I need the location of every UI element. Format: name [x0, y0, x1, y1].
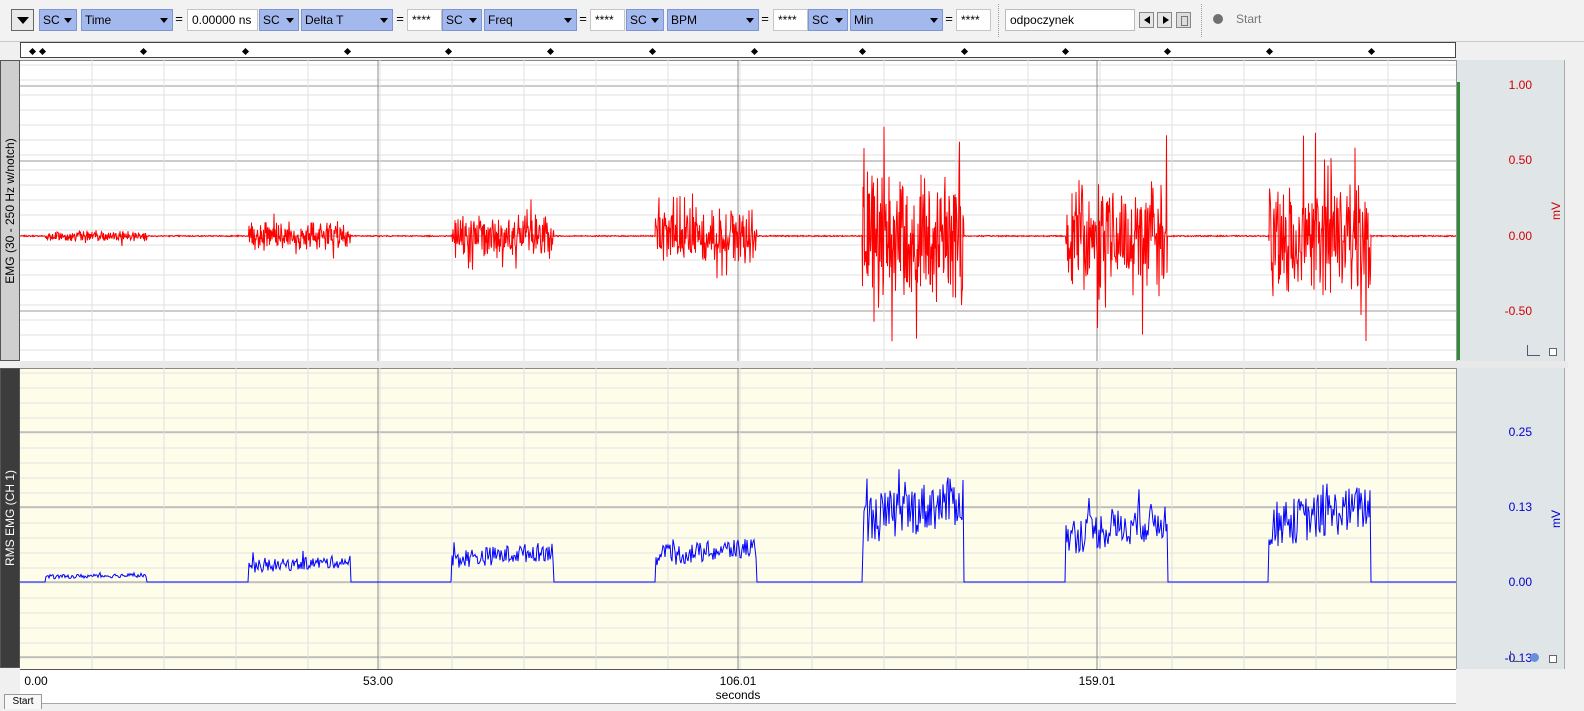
- signal-layer: [19, 60, 1457, 669]
